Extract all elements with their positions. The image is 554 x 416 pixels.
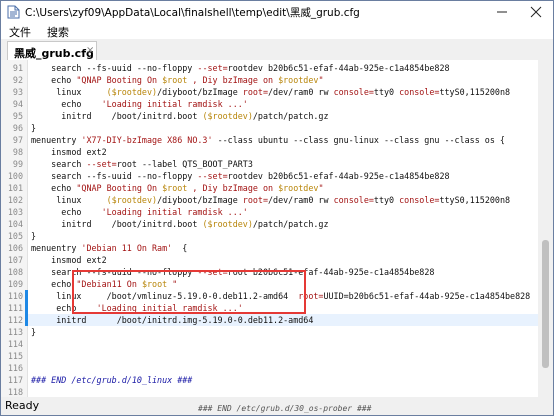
code-line[interactable]: 102 linux ($rootdev)/diyboot/bzImage roo… <box>1 194 538 206</box>
line-code: menuentry 'X77-DIY-bzImage X86 NO.3' --c… <box>31 135 505 145</box>
line-number: 97 <box>12 135 23 145</box>
line-number: 103 <box>7 207 23 217</box>
code-line[interactable]: 101 echo "QNAP Booting On $root , Diy bz… <box>1 182 538 194</box>
line-number: 116 <box>7 363 23 373</box>
vertical-scrollbar[interactable] <box>538 60 553 397</box>
code-line[interactable]: 105} <box>1 230 538 242</box>
line-number: 105 <box>7 231 23 241</box>
code-line[interactable]: 94 echo 'Loading initial ramdisk ...' <box>1 98 538 110</box>
code-line[interactable]: 93 linux ($rootdev)/diyboot/bzImage root… <box>1 86 538 98</box>
line-code: echo 'Loading initial ramdisk ...' <box>31 99 248 109</box>
code-line[interactable]: 113} <box>1 326 538 338</box>
tab-grub-cfg[interactable]: 黑威_grub.cfg × <box>7 41 97 60</box>
line-number: 118 <box>7 387 23 397</box>
line-number: 95 <box>12 111 23 121</box>
line-number: 111 <box>7 303 23 313</box>
line-code: echo "QNAP Booting On $root , Diy bzImag… <box>31 75 324 85</box>
code-line[interactable]: 99 search --set=root --label QTS_BOOT_PA… <box>1 158 538 170</box>
code-line[interactable]: 100 search --fs-uuid --no-floppy --set=r… <box>1 170 538 182</box>
code-line[interactable]: 114 <box>1 338 538 350</box>
line-number: 112 <box>7 315 23 325</box>
line-code: linux ($rootdev)/diyboot/bzImage root=/d… <box>31 195 511 205</box>
close-button[interactable] <box>519 1 553 23</box>
line-code: initrd /boot/initrd.boot ($rootdev)/patc… <box>31 219 329 229</box>
change-marker <box>25 314 28 326</box>
change-marker <box>25 302 28 314</box>
line-number: 91 <box>12 63 23 73</box>
minimize-button[interactable] <box>485 1 519 23</box>
line-number: 99 <box>12 159 23 169</box>
line-code: echo "QNAP Booting On $root , Diy bzImag… <box>31 183 324 193</box>
title-bar[interactable]: C:\Users\zyf09\AppData\Local\finalshell\… <box>1 1 553 23</box>
line-number: 93 <box>12 87 23 97</box>
line-number: 98 <box>12 147 23 157</box>
line-number: 109 <box>7 279 23 289</box>
menu-search[interactable]: 搜索 <box>47 24 69 40</box>
line-number: 96 <box>12 123 23 133</box>
scrollbar-thumb[interactable] <box>542 240 549 368</box>
line-number: 107 <box>7 255 23 265</box>
line-code: ### END /etc/grub.d/10_linux ### <box>31 375 193 385</box>
line-code: echo 'Loading initial ramdisk ...' <box>31 207 248 217</box>
menu-bar: 文件 搜索 <box>1 23 553 39</box>
line-number: 101 <box>7 183 23 193</box>
code-editor[interactable]: 91 search --fs-uuid --no-floppy --set=ro… <box>1 60 538 397</box>
menu-file[interactable]: 文件 <box>9 24 31 40</box>
line-number: 117 <box>7 375 23 385</box>
editor-window: C:\Users\zyf09\AppData\Local\finalshell\… <box>0 0 554 416</box>
line-code: } <box>31 231 37 241</box>
line-number: 110 <box>7 291 23 301</box>
code-line[interactable]: 97 menuentry 'X77-DIY-bzImage X86 NO.3' -… <box>1 134 538 146</box>
code-line[interactable]: 115 <box>1 350 538 362</box>
code-line[interactable]: 118 <box>1 386 538 397</box>
line-code: search --fs-uuid --no-floppy --set=rootd… <box>31 63 450 73</box>
code-line[interactable]: 112 initrd /boot/initrd.img-5.19.0-0.deb… <box>1 314 538 326</box>
code-line[interactable]: 91 search --fs-uuid --no-floppy --set=ro… <box>1 62 538 74</box>
status-text: Ready <box>5 399 40 412</box>
close-icon <box>530 6 542 18</box>
document-icon <box>7 5 20 19</box>
code-line[interactable]: 96} <box>1 122 538 134</box>
change-marker <box>25 290 28 302</box>
line-code: insmod ext2 <box>31 255 107 265</box>
line-number: 115 <box>7 351 23 361</box>
code-line[interactable]: 106 menuentry 'Debian 11 On Ram' { <box>1 242 538 254</box>
line-number: 106 <box>7 243 23 253</box>
highlight-annotation-box <box>72 270 306 314</box>
minimize-icon <box>497 11 507 13</box>
code-line[interactable]: 95 initrd /boot/initrd.boot ($rootdev)/p… <box>1 110 538 122</box>
line-number: 104 <box>7 219 23 229</box>
line-number: 108 <box>7 267 23 277</box>
line-number: 92 <box>12 75 23 85</box>
line-number: 102 <box>7 195 23 205</box>
tab-close-icon[interactable]: × <box>86 45 94 56</box>
background-window-text: ### END /etc/grub.d/30_os-prober ### <box>198 404 372 413</box>
line-number: 94 <box>12 99 23 109</box>
window-title: C:\Users\zyf09\AppData\Local\finalshell\… <box>25 7 360 19</box>
line-code: insmod ext2 <box>31 147 107 157</box>
line-code: initrd /boot/initrd.boot ($rootdev)/patc… <box>31 111 329 121</box>
line-number: 114 <box>7 339 23 349</box>
code-line[interactable]: 103 echo 'Loading initial ramdisk ...' <box>1 206 538 218</box>
code-line[interactable]: 98 insmod ext2 <box>1 146 538 158</box>
line-code: search --fs-uuid --no-floppy --set=rootd… <box>31 171 450 181</box>
tab-bar: 黑威_grub.cfg × <box>1 39 553 61</box>
code-line[interactable]: 104 initrd /boot/initrd.boot ($rootdev)/… <box>1 218 538 230</box>
code-line[interactable]: 107 insmod ext2 <box>1 254 538 266</box>
code-line[interactable]: 117 ### END /etc/grub.d/10_linux ### <box>1 374 538 386</box>
line-code: } <box>31 327 37 337</box>
line-code: initrd /boot/initrd.img-5.19.0-0.deb11.2… <box>31 315 314 325</box>
line-code: menuentry 'Debian 11 On Ram' { <box>31 243 188 253</box>
line-number: 100 <box>7 171 23 181</box>
line-code: search --set=root --label QTS_BOOT_PART3 <box>31 159 253 169</box>
tab-label: 黑威_grub.cfg <box>14 47 94 60</box>
code-line[interactable]: 116 <box>1 362 538 374</box>
line-code: linux ($rootdev)/diyboot/bzImage root=/d… <box>31 87 511 97</box>
line-number: 113 <box>7 327 23 337</box>
line-code: } <box>31 123 37 133</box>
code-line[interactable]: 92 echo "QNAP Booting On $root , Diy bzI… <box>1 74 538 86</box>
